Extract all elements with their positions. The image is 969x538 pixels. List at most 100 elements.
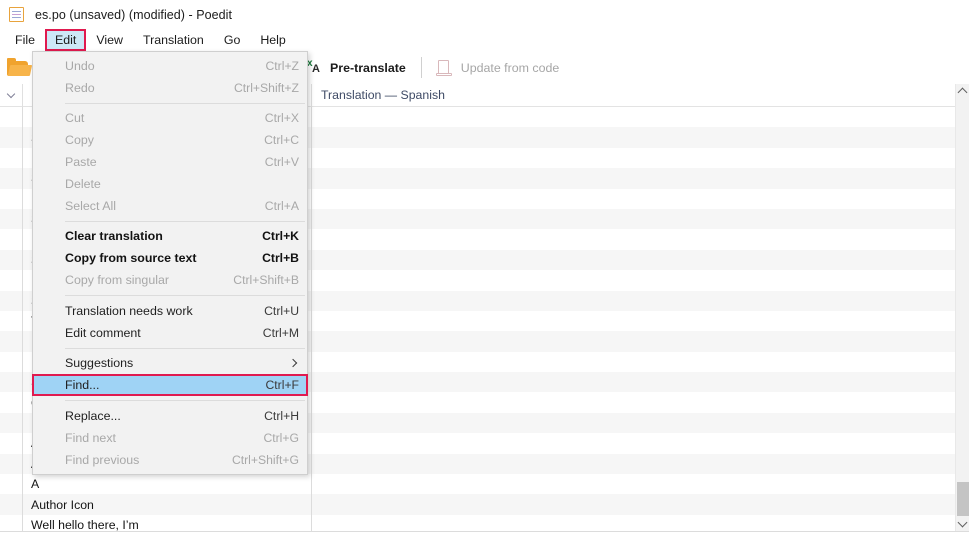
row-status-gutter — [0, 148, 22, 168]
menubar-item-go[interactable]: Go — [214, 29, 251, 51]
menu-item-copy-from-singular: Copy from singular Ctrl+Shift+B — [33, 269, 307, 291]
row-status-gutter — [0, 433, 22, 453]
row-column-divider — [311, 494, 312, 515]
chevron-down-icon[interactable] — [956, 516, 969, 531]
menu-item-label: Find next — [65, 430, 116, 445]
menu-item-copy: Copy Ctrl+C — [33, 129, 307, 151]
row-status-gutter — [0, 515, 22, 531]
menubar-item-edit[interactable]: Edit — [44, 29, 87, 51]
menu-item-label: Delete — [65, 176, 101, 191]
poedit-window: es.po (unsaved) (modified) - Poedit File… — [0, 0, 969, 538]
menubar-item-label: File — [15, 33, 35, 47]
row-status-gutter — [0, 270, 22, 290]
menu-item-label: Suggestions — [65, 356, 134, 371]
window-bottom-edge — [0, 531, 969, 538]
menu-item-copy-from-source-text[interactable]: Copy from source text Ctrl+B — [33, 247, 307, 269]
menu-item-find[interactable]: Find... Ctrl+F — [32, 374, 308, 397]
table-row[interactable]: Author Icon — [0, 494, 955, 515]
row-column-divider — [311, 208, 312, 230]
row-source-text: A — [31, 477, 40, 492]
menubar-item-file[interactable]: File — [5, 29, 45, 51]
row-status-gutter — [0, 250, 22, 270]
pretranslate-icon: xA — [307, 58, 320, 75]
row-status-gutter — [0, 168, 22, 188]
menu-item-label: Redo — [65, 80, 95, 95]
row-column-divider — [311, 453, 312, 475]
row-status-gutter — [0, 229, 22, 249]
menu-item-shortcut: Ctrl+F — [265, 378, 299, 393]
menubar-item-label: Translation — [142, 33, 204, 47]
poedit-document-icon — [9, 7, 24, 22]
menu-item-paste: Paste Ctrl+V — [33, 151, 307, 173]
menu-item-label: Clear translation — [65, 229, 163, 244]
row-status-gutter — [0, 291, 22, 311]
menu-item-label: Translation needs work — [65, 303, 193, 318]
update-from-code-button: Update from code — [430, 57, 566, 79]
menu-item-shortcut: Ctrl+U — [264, 303, 299, 318]
menu-item-clear-translation[interactable]: Clear translation Ctrl+K — [33, 226, 307, 248]
row-column-divider — [311, 147, 312, 169]
menubar-item-view[interactable]: View — [86, 29, 133, 51]
row-status-gutter — [0, 413, 22, 433]
title-bar: es.po (unsaved) (modified) - Poedit — [0, 0, 969, 29]
menu-item-label: Copy from singular — [65, 273, 169, 288]
chevron-up-icon[interactable] — [956, 84, 969, 99]
row-column-divider — [311, 310, 312, 332]
menu-item-shortcut: Ctrl+Z — [265, 58, 299, 73]
menu-item-delete: Delete — [33, 173, 307, 195]
menu-item-redo: Redo Ctrl+Shift+Z — [33, 77, 307, 99]
menu-item-shortcut: Ctrl+A — [264, 198, 299, 213]
menu-item-label: Paste — [65, 155, 97, 170]
scrollbar-thumb[interactable] — [957, 482, 969, 516]
menu-item-label: Copy from source text — [65, 251, 197, 266]
sort-indicator-icon[interactable] — [0, 84, 22, 106]
pre-translate-button[interactable]: xA Pre-translate — [300, 57, 413, 78]
vertical-scrollbar[interactable] — [955, 84, 969, 531]
open-folder-icon[interactable] — [6, 57, 33, 79]
window-title: es.po (unsaved) (modified) - Poedit — [35, 7, 232, 22]
menu-item-shortcut: Ctrl+G — [263, 430, 299, 445]
row-status-gutter — [0, 474, 22, 494]
menu-item-shortcut: Ctrl+K — [262, 229, 299, 244]
menu-item-shortcut: Ctrl+M — [262, 325, 299, 340]
row-status-gutter — [0, 127, 22, 147]
table-row[interactable]: A — [0, 474, 955, 495]
row-column-divider — [311, 270, 312, 291]
menu-item-label: Cut — [65, 111, 85, 126]
row-column-divider — [311, 433, 312, 454]
column-header-translation[interactable]: Translation — Spanish — [312, 88, 969, 102]
row-source-text: Well hello there, I’m — [31, 518, 139, 531]
menubar-item-translation[interactable]: Translation — [133, 29, 214, 51]
row-column-divider — [311, 249, 312, 271]
menu-separator — [65, 294, 305, 296]
column-divider[interactable] — [22, 83, 23, 107]
menu-item-suggestions[interactable]: Suggestions — [33, 353, 307, 375]
menu-separator — [65, 347, 305, 349]
row-column-divider — [311, 127, 312, 148]
update-from-code-label: Update from code — [460, 60, 560, 75]
menu-item-translation-needs-work[interactable]: Translation needs work Ctrl+U — [33, 300, 307, 322]
menubar-item-help[interactable]: Help — [250, 29, 295, 51]
row-column-divider — [311, 514, 312, 531]
row-status-gutter — [0, 392, 22, 412]
menu-item-find-next: Find next Ctrl+G — [33, 427, 307, 449]
menu-separator — [65, 400, 305, 402]
menu-item-shortcut: Ctrl+X — [264, 111, 299, 126]
table-row[interactable]: Well hello there, I’m — [0, 514, 955, 531]
menu-item-shortcut: Ctrl+Shift+Z — [233, 80, 299, 95]
row-status-gutter — [0, 189, 22, 209]
update-from-code-icon — [435, 59, 453, 77]
row-source-text: Author Icon — [31, 497, 94, 512]
row-status-gutter — [0, 209, 22, 229]
row-column-divider — [311, 168, 312, 189]
menu-item-find-previous: Find previous Ctrl+Shift+G — [33, 449, 307, 471]
menu-item-shortcut: Ctrl+Shift+B — [233, 273, 299, 288]
row-status-gutter — [0, 107, 22, 127]
menu-item-replace[interactable]: Replace... Ctrl+H — [33, 405, 307, 427]
menubar-item-label: Help — [260, 33, 286, 47]
row-column-divider — [311, 372, 312, 393]
row-column-divider — [311, 229, 312, 250]
row-status-gutter — [0, 494, 22, 514]
menu-item-shortcut: Ctrl+Shift+G — [231, 452, 299, 467]
menu-item-edit-comment[interactable]: Edit comment Ctrl+M — [33, 322, 307, 344]
